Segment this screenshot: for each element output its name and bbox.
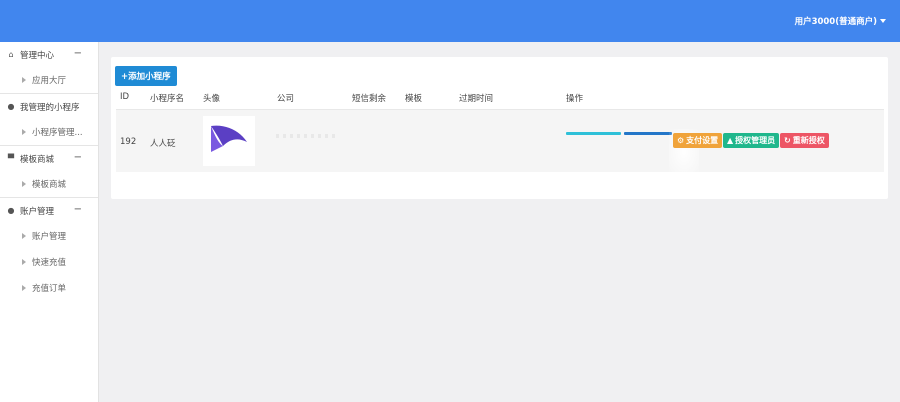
row-id: 192 xyxy=(120,137,137,147)
home-icon: ⌂ xyxy=(8,50,14,59)
sidebar-group-admin: ⌂ 管理中心 − 应用大厅 xyxy=(0,42,98,94)
chat-icon: ● xyxy=(7,102,15,111)
sidebar-group-head[interactable]: ⌂ 管理中心 − xyxy=(0,42,98,67)
row-name: 人人砭 xyxy=(150,139,176,149)
column-header-avatar: 头像 xyxy=(203,94,221,104)
column-header-template: 模板 xyxy=(405,94,423,104)
column-header-name: 小程序名 xyxy=(150,94,185,104)
column-header-company: 公司 xyxy=(277,94,295,104)
sidebar-item-label: 充值订单 xyxy=(32,284,67,294)
caret-right-icon xyxy=(22,129,26,135)
caret-down-icon xyxy=(880,19,886,23)
cart-icon: ▀ xyxy=(7,154,15,163)
caret-right-icon xyxy=(22,259,26,265)
gear-icon: ⚙ xyxy=(677,136,685,145)
caret-right-icon xyxy=(22,285,26,291)
company-text-faint xyxy=(276,134,336,138)
reauthorize-button[interactable]: ↻ 重新授权 xyxy=(780,133,829,148)
collapse-icon[interactable]: − xyxy=(74,152,82,163)
column-header-actions: 操作 xyxy=(566,94,584,104)
column-header-sms: 短信剩余 xyxy=(352,94,387,104)
payment-settings-button[interactable]: ⚙ 支付设置 xyxy=(673,133,723,148)
add-button-label: +添加小程序 xyxy=(121,72,171,82)
logo-avatar-icon xyxy=(203,116,255,166)
user-menu[interactable]: 用户3000(普通商户) xyxy=(795,15,886,27)
sidebar-group-title: 模板商城 xyxy=(20,154,55,165)
main-panel: +添加小程序 ID 小程序名 头像 公司 短信剩余 模板 过期时间 操作 192… xyxy=(111,57,888,199)
sidebar-item-label: 账户管理 xyxy=(32,232,67,242)
sidebar-item-app-manage[interactable]: 小程序管理... xyxy=(0,119,98,145)
user-label: 用户3000(普通商户) xyxy=(794,17,877,27)
refresh-icon: ↻ xyxy=(784,136,791,145)
sidebar-group-my-apps: ● 我管理的小程序 小程序管理... xyxy=(0,94,98,146)
payment-settings-label: 支付设置 xyxy=(686,136,719,145)
sidebar-group-title: 我管理的小程序 xyxy=(20,102,80,113)
sidebar-group-head[interactable]: ▀ 模板商城 − xyxy=(0,146,98,171)
sidebar-item-label: 应用大厅 xyxy=(32,76,67,86)
reauthorize-label: 重新授权 xyxy=(792,136,825,145)
sidebar-item-label: 快速充值 xyxy=(32,258,67,268)
collapse-icon[interactable]: − xyxy=(74,204,82,215)
sidebar-item-template-mall[interactable]: 模板商城 xyxy=(0,171,98,197)
sidebar-item-label: 小程序管理... xyxy=(32,128,83,138)
sidebar-group-head[interactable]: ● 我管理的小程序 xyxy=(0,94,98,119)
sidebar-item-account[interactable]: 账户管理 xyxy=(0,223,98,249)
sidebar-item-orders[interactable]: 充值订单 xyxy=(0,275,98,301)
user-icon: ▲ xyxy=(727,136,734,145)
sidebar: ⌂ 管理中心 − 应用大厅 ● 我管理的小程序 小程序管理... ▀ 模板商城 … xyxy=(0,42,99,402)
sidebar-item-label: 模板商城 xyxy=(32,180,67,190)
top-header: 用户3000(普通商户) xyxy=(0,0,900,42)
column-header-expire: 过期时间 xyxy=(459,94,494,104)
authorize-admin-button[interactable]: ▲ 授权管理员 xyxy=(723,133,780,148)
sidebar-group-head[interactable]: ● 账户管理 − xyxy=(0,198,98,223)
sidebar-group-title: 管理中心 xyxy=(20,50,55,61)
sidebar-item-recharge[interactable]: 快速充值 xyxy=(0,249,98,275)
sidebar-group-template-mall: ▀ 模板商城 − 模板商城 xyxy=(0,146,98,198)
collapse-icon[interactable]: − xyxy=(74,48,82,59)
sidebar-item-app-hall[interactable]: 应用大厅 xyxy=(0,67,98,93)
column-header-id: ID xyxy=(120,92,130,102)
caret-right-icon xyxy=(22,181,26,187)
caret-right-icon xyxy=(22,77,26,83)
action-bar-blue[interactable] xyxy=(624,132,672,135)
authorize-admin-label: 授权管理员 xyxy=(735,136,776,145)
add-miniapp-button[interactable]: +添加小程序 xyxy=(115,66,177,86)
sidebar-group-account: ● 账户管理 − 账户管理 快速充值 充值订单 xyxy=(0,198,98,301)
user-icon: ● xyxy=(7,206,15,215)
action-bar-cyan[interactable] xyxy=(566,132,621,135)
caret-right-icon xyxy=(22,233,26,239)
sidebar-group-title: 账户管理 xyxy=(20,206,55,217)
